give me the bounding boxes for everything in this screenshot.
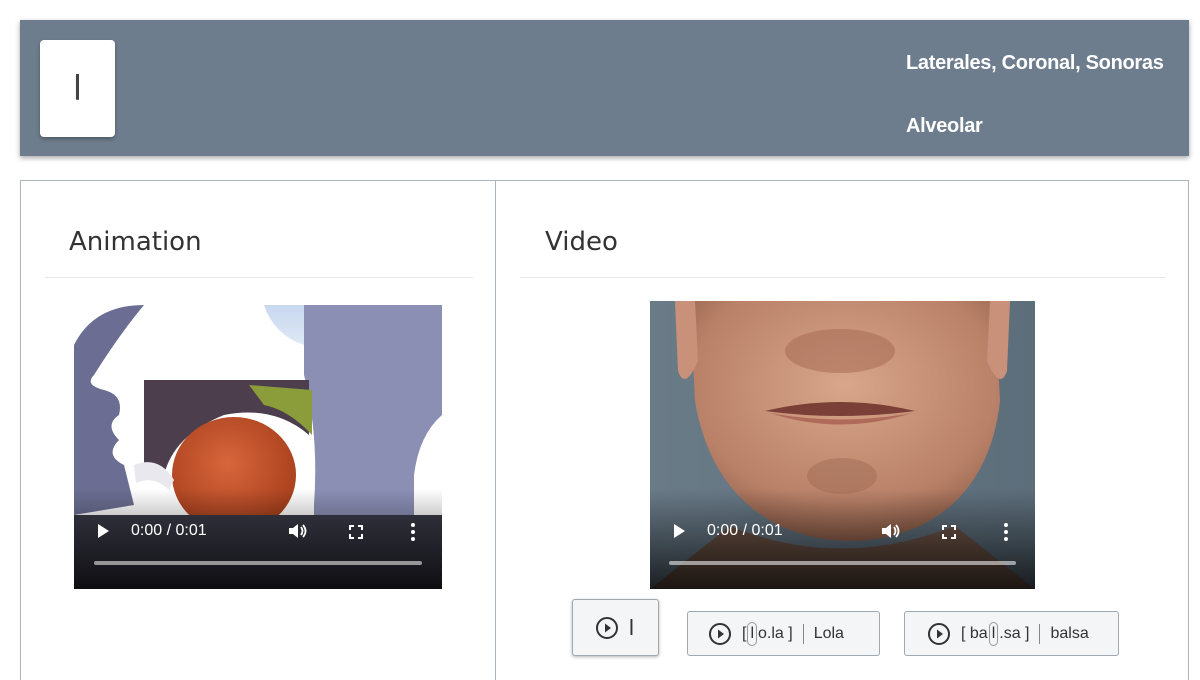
animation-player[interactable]: 0:00 / 0:01 — [74, 305, 442, 589]
phoneme-symbol: l — [72, 68, 83, 109]
more-options-icon[interactable] — [1004, 523, 1008, 541]
play-circle-icon — [709, 622, 731, 645]
video-rule — [520, 277, 1166, 278]
transcription-suffix: o.la ] — [758, 624, 793, 642]
video-title: Video — [545, 227, 618, 257]
transcription-suffix: .sa ] — [999, 624, 1030, 642]
separator — [802, 623, 804, 644]
play-phoneme-button[interactable]: l — [572, 599, 659, 656]
animation-progress-bar[interactable] — [94, 561, 422, 565]
highlighted-phoneme: l — [747, 621, 758, 646]
animation-play-icon[interactable] — [98, 524, 109, 538]
fullscreen-icon[interactable] — [942, 525, 956, 539]
example-word: Lola — [813, 624, 844, 642]
phoneme-symbol-card: l — [40, 40, 115, 137]
phoneme-label: l — [629, 614, 634, 640]
animation-controls-shade — [74, 489, 442, 589]
volume-icon[interactable] — [881, 523, 901, 539]
play-circle-icon — [928, 622, 950, 645]
more-options-icon[interactable] — [411, 523, 415, 541]
transcription-prefix: [ ba — [961, 624, 988, 642]
transcription-prefix: [ — [742, 624, 747, 642]
volume-icon[interactable] — [288, 523, 308, 539]
feature-list: Laterales, Coronal, Sonoras Alveolar — [906, 20, 1189, 156]
video-time: 0:00 / 0:01 — [707, 522, 783, 539]
play-example-lola-button[interactable]: [ l o.la ] Lola — [687, 611, 880, 656]
play-example-balsa-button[interactable]: [ ba l .sa ] balsa — [904, 611, 1119, 656]
video-play-icon[interactable] — [674, 524, 685, 538]
separator — [1039, 623, 1041, 644]
panel-divider — [495, 181, 496, 680]
header-bar: l Laterales, Coronal, Sonoras Alveolar — [20, 20, 1189, 156]
feature-place: Alveolar — [906, 115, 983, 137]
fullscreen-icon[interactable] — [349, 525, 363, 539]
feature-manner: Laterales, Coronal, Sonoras — [906, 52, 1164, 74]
example-word: balsa — [1050, 624, 1089, 642]
highlighted-phoneme: l — [988, 621, 999, 646]
video-player[interactable]: 0:00 / 0:01 — [650, 301, 1035, 589]
animation-title: Animation — [69, 227, 202, 257]
animation-rule — [45, 277, 473, 278]
animation-time: 0:00 / 0:01 — [131, 522, 207, 539]
video-progress-bar[interactable] — [669, 561, 1016, 565]
content-panels: Animation 0:00 / 0:01 Video 0:00 / 0:01 … — [20, 180, 1189, 680]
play-circle-icon — [596, 616, 618, 639]
